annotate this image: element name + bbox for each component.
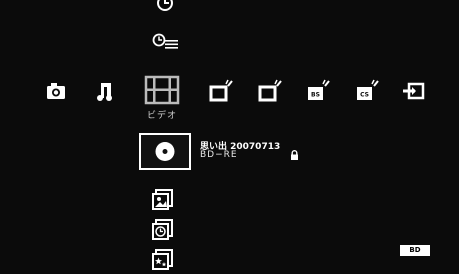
camera-icon[interactable] (43, 78, 69, 104)
tv-bs-icon[interactable]: BS (305, 78, 331, 104)
disc-media-type: BD−RE (200, 150, 238, 160)
tv-icon[interactable] (208, 78, 234, 104)
photo-album-icon[interactable] (152, 189, 174, 211)
tv-cs-badge: CS (360, 92, 369, 99)
disc-item[interactable] (139, 133, 191, 170)
tv-icon[interactable] (257, 78, 283, 104)
category-label: ビデオ (146, 111, 177, 121)
music-note-icon[interactable] (92, 78, 118, 104)
star-album-icon[interactable] (152, 249, 174, 271)
lock-icon (290, 150, 299, 160)
disc-icon (155, 142, 175, 161)
input-icon[interactable] (400, 78, 426, 104)
media-badge: BD (400, 245, 430, 256)
film-strip-icon[interactable] (144, 75, 180, 105)
timer-icon[interactable] (156, 0, 174, 12)
clock-album-icon[interactable] (152, 219, 174, 241)
tv-cs-icon[interactable]: CS (354, 78, 380, 104)
timer-list-icon[interactable] (152, 33, 180, 51)
tv-bs-badge: BS (311, 92, 320, 99)
